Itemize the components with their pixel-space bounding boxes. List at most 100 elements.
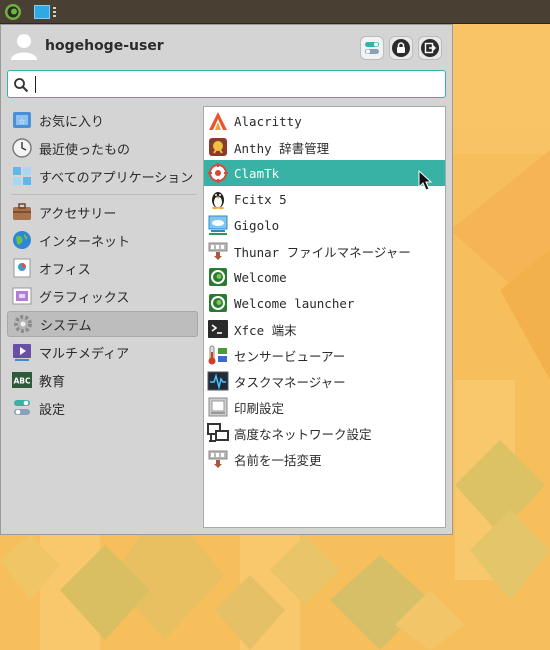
lock-icon [392,39,410,57]
app-sensor-viewer[interactable]: センサービューアー [204,342,445,368]
penguin-icon [207,188,229,210]
app-welcome-launcher[interactable]: Welcome launcher [204,290,445,316]
clamtk-icon [207,162,229,184]
whisker-menu: hogehoge-user ☆ お気に入り 最近使ったもの すべてのアプリケーシ… [0,24,453,535]
category-graphics[interactable]: グラフィックス [7,283,198,309]
search-box[interactable] [7,70,446,98]
app-clamtk[interactable]: ClamTk [204,160,445,186]
svg-text:☆: ☆ [18,117,25,126]
logout-icon [421,39,439,57]
app-label: センサービューアー [234,348,346,364]
app-task-manager[interactable]: タスクマネージャー [204,368,445,394]
printer-icon [207,396,229,418]
category-system[interactable]: システム [7,311,198,337]
app-label: Welcome launcher [234,295,355,311]
category-label: グラフィックス [39,290,130,306]
category-education[interactable]: ABC 教育 [7,367,198,393]
app-network-settings[interactable]: 高度なネットワーク設定 [204,420,445,446]
category-recent[interactable]: 最近使ったもの [7,135,198,161]
app-label: ClamTk [234,165,280,181]
search-icon [14,78,29,93]
whisker-menu-button[interactable] [2,2,24,22]
workspace-switcher[interactable] [34,3,62,21]
network-icon [207,422,229,444]
category-accessories[interactable]: アクセサリー [7,199,198,225]
all-apps-icon [11,165,33,187]
settings-icon [11,397,33,419]
gigolo-icon [207,214,229,236]
app-label: 高度なネットワーク設定 [234,426,372,442]
app-alacritty[interactable]: Alacritty [204,108,445,134]
app-thunar[interactable]: Thunar ファイルマネージャー [204,238,445,264]
category-label: インターネット [39,234,131,250]
category-office[interactable]: オフィス [7,255,198,281]
category-label: 最近使ったもの [39,142,131,158]
logout-button[interactable] [418,36,442,60]
category-internet[interactable]: インターネット [7,227,198,253]
search-input[interactable] [34,73,439,95]
app-label: Alacritty [234,113,302,129]
user-avatar-icon [11,34,37,60]
category-list: ☆ お気に入り 最近使ったもの すべてのアプリケーション アクセサリー インター… [7,107,199,427]
category-separator [11,194,197,195]
app-label: Gigolo [234,217,280,233]
app-bulk-rename[interactable]: 名前を一括変更 [204,446,445,472]
category-label: お気に入り [39,114,105,130]
settings-button[interactable] [360,36,384,60]
xfce-mouse-logo-icon [5,4,21,20]
category-label: 設定 [39,402,66,418]
menu-header: hogehoge-user [1,25,452,69]
category-settings[interactable]: 設定 [7,395,198,421]
text-cursor [35,76,36,93]
globe-icon [11,229,33,251]
category-favorites[interactable]: ☆ お気に入り [7,107,198,133]
category-multimedia[interactable]: マルチメディア [7,339,198,365]
category-label: システム [40,318,92,334]
top-panel [0,0,550,24]
category-label: マルチメディア [39,346,130,362]
app-fcitx5[interactable]: Fcitx 5 [204,186,445,212]
app-label: タスクマネージャー [234,374,346,390]
app-label: Thunar ファイルマネージャー [234,244,411,260]
category-label: すべてのアプリケーション [39,170,194,186]
sensor-icon [207,344,229,366]
category-label: オフィス [39,262,91,278]
workspace-switcher-icon [34,5,50,19]
anthy-dictionary-icon [207,136,229,158]
mouse-pointer-icon [418,170,432,191]
graphics-icon [11,285,33,307]
gear-icon [12,313,34,335]
bulk-rename-icon [207,240,229,262]
clock-icon [11,137,33,159]
briefcase-icon [11,201,33,223]
app-label: 名前を一括変更 [234,452,322,468]
category-all-apps[interactable]: すべてのアプリケーション [7,163,198,189]
toggle-settings-icon [365,42,379,54]
application-list: Alacritty Anthy 辞書管理 ClamTk Fcitx 5 Gigo… [203,106,446,528]
welcome-icon [207,266,229,288]
app-anthy-dictionary[interactable]: Anthy 辞書管理 [204,134,445,160]
app-print-settings[interactable]: 印刷設定 [204,394,445,420]
workspace-handle-icon [53,7,56,17]
welcome-icon [207,292,229,314]
office-icon [11,257,33,279]
app-xfce-terminal[interactable]: Xfce 端末 [204,316,445,342]
app-label: Xfce 端末 [234,322,297,338]
terminal-icon [207,318,229,340]
bulk-rename-icon [207,448,229,470]
education-icon: ABC [11,369,33,391]
category-label: 教育 [39,374,66,390]
favorites-icon: ☆ [11,109,33,131]
task-manager-icon [207,370,229,392]
app-label: Anthy 辞書管理 [234,140,330,156]
app-label: Welcome [234,269,287,285]
user-name: hogehoge-user [45,38,164,54]
app-gigolo[interactable]: Gigolo [204,212,445,238]
lock-screen-button[interactable] [389,36,413,60]
app-label: Fcitx 5 [234,191,287,207]
app-label: 印刷設定 [234,400,285,416]
alacritty-icon [207,110,229,132]
app-welcome[interactable]: Welcome [204,264,445,290]
multimedia-icon [11,341,33,363]
svg-text:ABC: ABC [13,377,31,386]
